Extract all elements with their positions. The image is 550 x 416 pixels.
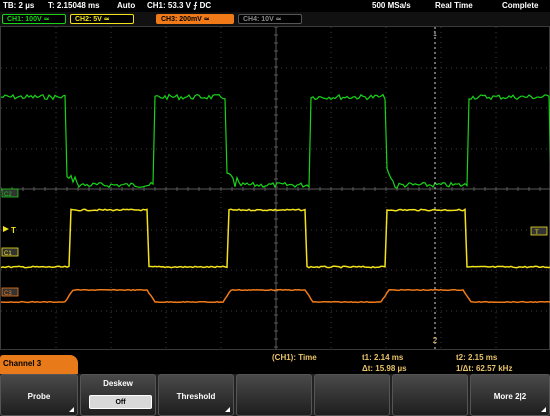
svg-text:C1: C1 (4, 251, 12, 257)
status-bar: TB: 2 µs T: 2.15048 ms Auto CH1: 53.3 V … (0, 0, 550, 12)
cursor-delta-t: Δt: 15.98 µs (362, 364, 407, 373)
softkey-menu: Probe Deskew Off Threshold More 2|2 (0, 374, 550, 416)
threshold-button[interactable]: Threshold (158, 374, 234, 416)
channel-bar: CH1: 100V ≃ CH2: 5V ≃ CH3: 200mV ≃ CH4: … (0, 12, 550, 26)
svg-text:T: T (11, 226, 16, 235)
sample-rate-label: 500 MSa/s (372, 1, 411, 10)
channel-3-tab[interactable]: CH3: 200mV ≃ (156, 14, 234, 24)
probe-label: Probe (27, 392, 51, 401)
timebase-label[interactable]: TB: 2 µs (3, 1, 34, 10)
c2-marker[interactable]: C2 (1, 188, 19, 198)
waveform-canvas: C2 T C1 C3 T 1 2 (1, 27, 550, 351)
cursor-frequency: 1/Δt: 62.57 kHz (456, 364, 513, 373)
channel-4-tab[interactable]: CH4: 10V ≃ (238, 14, 302, 24)
probe-button[interactable]: Probe (0, 374, 78, 416)
waveform-display[interactable]: C2 T C1 C3 T 1 2 (0, 26, 550, 351)
threshold-label: Threshold (176, 392, 216, 401)
submenu-arrow-icon (225, 407, 230, 412)
cursor-2-label: 2 (433, 336, 438, 345)
c3-marker[interactable]: C3 (1, 287, 19, 297)
submenu-arrow-icon (541, 407, 546, 412)
deskew-value[interactable]: Off (89, 395, 152, 409)
acquisition-status-label: Complete (502, 1, 539, 10)
deskew-label: Deskew (103, 379, 133, 388)
softkey-empty-3[interactable] (392, 374, 468, 416)
trigger-mode-label[interactable]: Auto (117, 1, 135, 10)
measurement-bar: (CH1): Time t1: 2.14 ms t2: 2.15 ms Δt: … (0, 350, 550, 374)
more-label: More 2|2 (493, 392, 527, 401)
submenu-arrow-icon (69, 407, 74, 412)
channel-1-tab[interactable]: CH1: 100V ≃ (2, 14, 66, 24)
svg-text:C3: C3 (4, 291, 12, 297)
acquisition-mode-label: Real Time (435, 1, 473, 10)
graticule (1, 27, 550, 351)
channel-2-tab[interactable]: CH2: 5V ≃ (70, 14, 134, 24)
right-trigger-marker: T (530, 226, 548, 236)
menu-title-tab: Channel 3 (0, 355, 78, 374)
trigger-source-label[interactable]: CH1: 53.3 V ⨍ DC (147, 1, 211, 10)
trigger-time-label[interactable]: T: 2.15048 ms (48, 1, 100, 10)
cursor-1-label: 1 (433, 31, 437, 38)
softkey-empty-1[interactable] (236, 374, 312, 416)
svg-text:T: T (535, 230, 539, 236)
cursor-t2: t2: 2.15 ms (456, 353, 498, 362)
svg-text:C2: C2 (4, 192, 12, 198)
trigger-level-marker[interactable]: T (3, 226, 16, 235)
more-button[interactable]: More 2|2 (470, 374, 550, 416)
c1-marker[interactable]: C1 (1, 247, 19, 257)
deskew-button[interactable]: Deskew Off (80, 374, 156, 416)
cursor-t1: t1: 2.14 ms (362, 353, 404, 362)
softkey-empty-2[interactable] (314, 374, 390, 416)
cursor-source: (CH1): Time (272, 353, 317, 362)
